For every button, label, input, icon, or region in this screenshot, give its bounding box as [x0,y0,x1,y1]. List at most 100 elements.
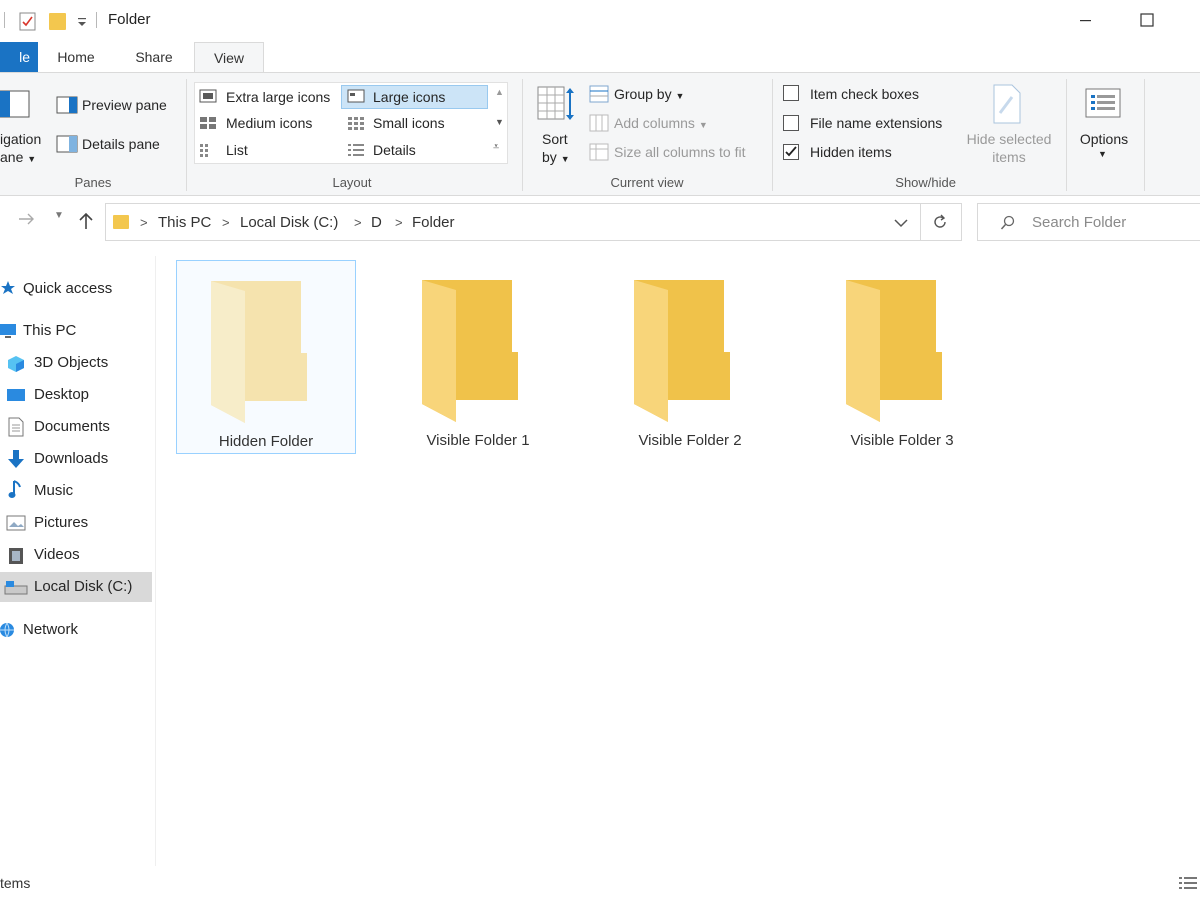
search-box[interactable]: Search Folder [977,203,1200,241]
download-arrow-icon [8,450,24,468]
folder-item-visible-folder-2[interactable]: Visible Folder 2 [600,260,780,454]
folder-icon [422,280,518,422]
details-view-icon[interactable] [1178,876,1198,892]
window-title: Folder [108,11,151,28]
separator [522,79,523,191]
sort-by-icon[interactable] [536,85,576,125]
sidebar-item-documents[interactable]: Documents [0,412,152,442]
sidebar-item-videos[interactable]: Videos [0,540,152,570]
layout-large-icons[interactable]: Large icons [373,89,445,105]
customize-dropdown-icon[interactable] [76,10,88,32]
gallery-scroll-up-icon[interactable]: ▲ [495,87,504,97]
chevron-down-icon[interactable] [894,218,908,228]
group-label-panes: Panes [74,175,112,190]
navigation-pane-label-line2[interactable]: ane ▼ [0,149,36,165]
tab-home[interactable]: Home [46,42,106,72]
breadcrumb-local-disk[interactable]: Local Disk (C:) [240,214,338,231]
forward-arrow-icon [19,213,34,225]
sidebar-item-network[interactable]: Network [0,615,152,645]
drive-icon [4,581,28,595]
new-folder-icon[interactable] [48,10,68,32]
tab-share[interactable]: Share [124,42,184,72]
sidebar-item-pictures[interactable]: Pictures [0,508,152,538]
add-columns-button[interactable]: Add columns ▼ [614,115,708,131]
hide-selected-items-label-line1[interactable]: Hide selected [962,131,1056,147]
sidebar-item-desktop[interactable]: Desktop [0,380,152,410]
maximize-icon [1140,13,1154,27]
layout-small-icons[interactable]: Small icons [373,115,445,131]
checkmark-icon [785,146,797,157]
breadcrumb-separator-icon[interactable]: > [354,215,362,230]
separator [920,204,921,240]
hide-selected-items-icon[interactable] [990,83,1024,125]
gallery-scroll-down-icon[interactable]: ▼ [495,117,504,127]
breadcrumb-d[interactable]: D [371,214,382,231]
item-check-boxes-checkbox[interactable] [783,85,799,101]
navigation-pane: Quick access This PC 3D Objects Desktop … [0,256,156,866]
maximize-button[interactable] [1124,6,1170,36]
folder-item-visible-folder-3[interactable]: Visible Folder 3 [812,260,992,454]
medium-icons-icon [200,117,216,129]
search-input[interactable]: Search Folder [1032,214,1126,231]
sort-by-label-line2[interactable]: by ▼ [542,149,570,165]
details-pane-button[interactable]: Details pane [82,136,160,152]
separator [96,12,97,28]
folder-name: Hidden Folder [218,433,314,450]
group-by-button[interactable]: Group by ▼ [614,86,684,102]
sidebar-item-local-disk[interactable]: Local Disk (C:) [0,572,152,602]
sidebar-item-music[interactable]: Music [0,476,152,506]
navigation-pane-icon[interactable] [0,89,32,121]
minimize-button[interactable] [1062,6,1108,36]
layout-details[interactable]: Details [373,142,416,158]
file-name-extensions-label[interactable]: File name extensions [810,115,942,131]
group-label-show-hide: Show/hide [895,175,956,190]
tab-file[interactable]: le [0,42,38,72]
tab-view[interactable]: View [194,42,264,73]
dropdown-arrow-icon[interactable]: ▼ [1098,149,1107,159]
dropdown-arrow-icon: ▼ [698,120,708,130]
preview-pane-icon [56,96,78,114]
sidebar-item-downloads[interactable]: Downloads [0,444,152,474]
options-icon[interactable] [1084,87,1124,121]
item-check-boxes-label[interactable]: Item check boxes [810,86,919,102]
file-name-extensions-checkbox[interactable] [783,115,799,131]
options-button[interactable]: Options [1076,131,1132,147]
breadcrumb-this-pc[interactable]: This PC [158,214,211,231]
size-all-columns-button[interactable]: Size all columns to fit [614,144,746,160]
details-icon [348,144,364,156]
extra-large-icons-icon [199,89,217,103]
large-icons-icon [347,89,365,103]
sidebar-item-3d-objects[interactable]: 3D Objects [0,348,152,378]
small-icons-icon [348,117,364,130]
breadcrumb-separator-icon[interactable]: > [395,215,403,230]
folder-item-visible-folder-1[interactable]: Visible Folder 1 [388,260,568,454]
forward-button[interactable] [18,212,36,231]
group-label-current-view: Current view [610,175,684,190]
up-button[interactable] [78,212,94,235]
layout-medium-icons[interactable]: Medium icons [226,115,312,131]
list-icon [200,144,208,157]
navigation-pane-label-line1[interactable]: igation [0,131,41,147]
sidebar-item-label: Quick access [23,280,113,297]
sort-by-label-line1[interactable]: Sort [542,131,568,147]
hide-selected-items-label-line2[interactable]: items [962,149,1056,165]
sidebar-item-quick-access[interactable]: Quick access [0,274,152,304]
gallery-expand-icon[interactable]: ⩡ [493,141,499,154]
cube-icon [8,356,24,372]
folder-item-hidden-folder[interactable]: Hidden Folder [176,260,356,454]
sidebar-item-this-pc[interactable]: This PC [0,316,152,346]
sidebar-item-label: Downloads [34,450,109,467]
layout-list[interactable]: List [226,142,248,158]
address-bar[interactable]: > This PC > Local Disk (C:) > D > Folder [105,203,962,241]
preview-pane-button[interactable]: Preview pane [82,97,167,113]
hidden-items-label[interactable]: Hidden items [810,144,892,160]
recent-locations-icon[interactable]: ▼ [54,210,64,221]
layout-extra-large-icons[interactable]: Extra large icons [226,89,330,105]
network-icon [0,622,14,638]
breadcrumb-separator-icon[interactable]: > [140,215,148,230]
refresh-icon[interactable] [932,214,948,230]
properties-icon[interactable] [18,10,38,32]
breadcrumb-separator-icon[interactable]: > [222,215,230,230]
hidden-items-checkbox[interactable] [783,144,799,160]
breadcrumb-folder[interactable]: Folder [412,214,455,231]
